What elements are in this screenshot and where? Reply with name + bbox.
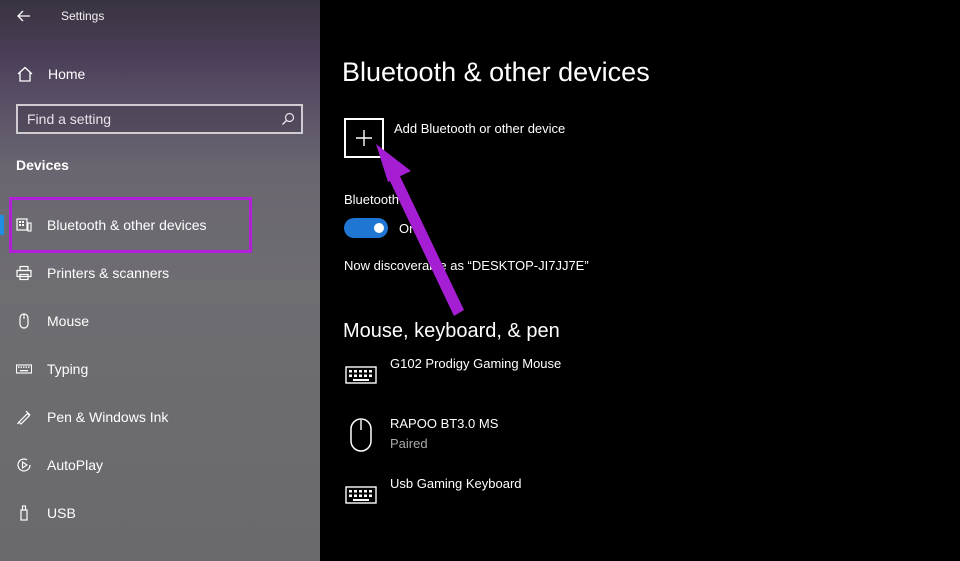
section-title: Mouse, keyboard, & pen [343, 320, 560, 342]
sidebar-item-label: USB [47, 505, 76, 521]
sidebar: Settings Home Devices Bluetooth & other … [0, 0, 320, 561]
bluetooth-label: Bluetooth [344, 192, 399, 207]
device-name: G102 Prodigy Gaming Mouse [390, 356, 562, 371]
pen-icon [17, 410, 31, 425]
main-panel: Bluetooth & other devices Add Bluetooth … [320, 0, 960, 561]
autoplay-icon [17, 458, 31, 472]
sidebar-item-autoplay[interactable]: AutoPlay [0, 447, 320, 483]
keyboard-icon [344, 476, 378, 514]
selection-indicator [0, 215, 4, 235]
devices-section-heading: Devices [16, 157, 69, 173]
toggle-state-label: On [399, 221, 417, 236]
sidebar-item-usb[interactable]: USB [0, 495, 320, 531]
device-name: Usb Gaming Keyboard [390, 476, 522, 491]
home-label: Home [48, 66, 86, 82]
title-bar: Settings [0, 0, 320, 34]
plus-icon [356, 130, 372, 146]
home-icon [17, 66, 33, 82]
device-item[interactable]: Usb Gaming Keyboard [320, 476, 920, 532]
sidebar-item-printers[interactable]: Printers & scanners [0, 255, 320, 291]
keyboard-icon [16, 364, 32, 374]
annotation-highlight-box [9, 197, 252, 253]
device-name: RAPOO BT3.0 MS [390, 416, 499, 431]
home-nav-item[interactable]: Home [0, 58, 320, 90]
back-arrow-icon [17, 10, 30, 22]
add-device-label[interactable]: Add Bluetooth or other device [394, 121, 565, 136]
search-icon[interactable] [281, 112, 295, 126]
sidebar-item-label: Typing [47, 361, 89, 377]
mouse-icon [344, 416, 378, 454]
usb-icon [20, 505, 28, 521]
sidebar-item-typing[interactable]: Typing [0, 351, 320, 387]
sidebar-item-label: AutoPlay [47, 457, 104, 473]
mouse-icon [19, 313, 29, 329]
sidebar-item-label: Printers & scanners [47, 265, 170, 281]
sidebar-item-label: Mouse [47, 313, 90, 329]
add-device-button[interactable] [344, 118, 384, 158]
sidebar-item-label: Pen & Windows Ink [47, 409, 169, 425]
toggle-knob [374, 223, 384, 233]
keyboard-icon [344, 356, 378, 394]
printer-icon [16, 265, 32, 281]
sidebar-item-pen[interactable]: Pen & Windows Ink [0, 399, 320, 435]
back-button[interactable] [12, 5, 36, 27]
discoverable-text: Now discoverable as “DESKTOP-JI7JJ7E” [344, 258, 589, 273]
device-item[interactable]: G102 Prodigy Gaming Mouse [320, 356, 920, 412]
device-status: Paired [390, 436, 428, 451]
bluetooth-toggle[interactable] [344, 218, 388, 238]
page-title: Bluetooth & other devices [342, 57, 650, 87]
search-box[interactable] [16, 104, 303, 134]
search-input[interactable] [27, 110, 267, 128]
device-item[interactable]: RAPOO BT3.0 MS Paired [320, 416, 920, 472]
sidebar-item-mouse[interactable]: Mouse [0, 303, 320, 339]
window-title: Settings [61, 9, 105, 23]
